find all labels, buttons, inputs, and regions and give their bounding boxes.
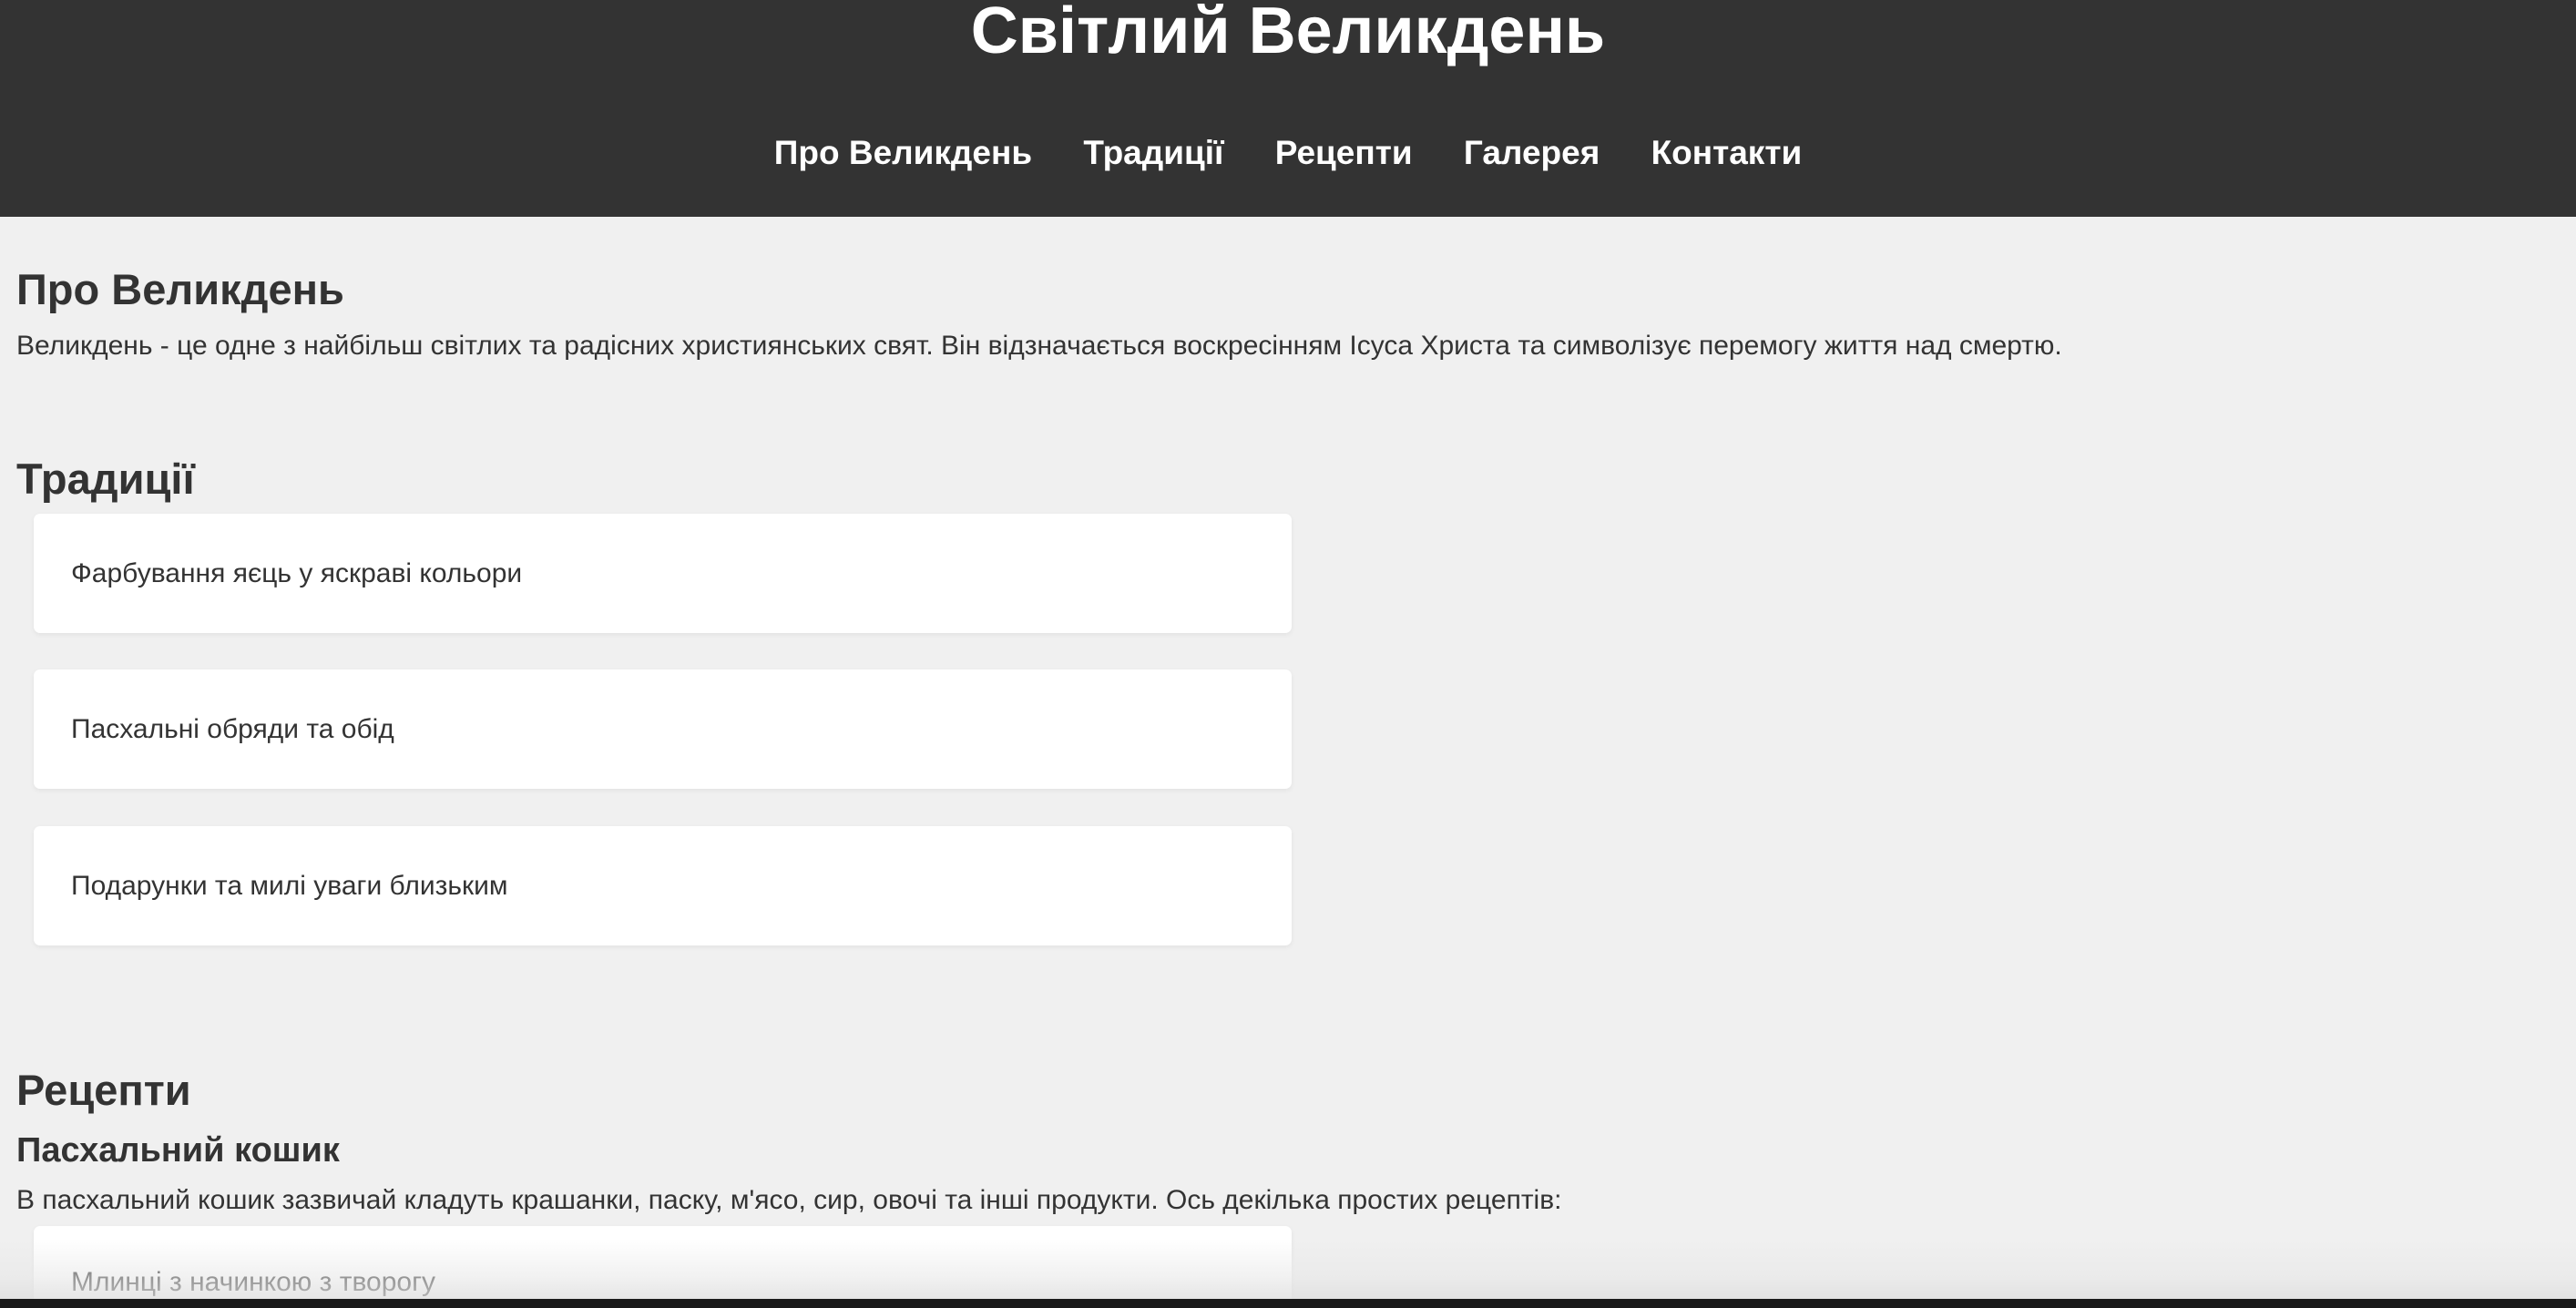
about-text: Великдень - це одне з найбільш світлих т… (16, 331, 2062, 361)
recipe-card-label: Млинці з начинкою з творогу (71, 1267, 436, 1297)
traditions-heading: Традиції (16, 455, 195, 503)
recipes-heading: Рецепти (16, 1066, 191, 1114)
site-title: Світлий Великдень (970, 0, 1606, 67)
nav-link-traditions[interactable]: Традиції (1083, 128, 1223, 179)
tradition-card-label: Пасхальні обряди та обід (71, 714, 394, 744)
recipes-text: В пасхальний кошик зазвичай кладуть краш… (16, 1185, 1562, 1215)
nav-link-gallery[interactable]: Галерея (1464, 128, 1600, 179)
tradition-card: Подарунки та милі уваги близьким (34, 826, 1292, 945)
recipes-subheading: Пасхальний кошик (16, 1131, 340, 1170)
main-nav: Про Великдень Традиції Рецепти Галерея К… (0, 128, 2576, 179)
tradition-card-label: Фарбування яєць у яскраві кольори (71, 558, 523, 588)
nav-link-contacts[interactable]: Контакти (1651, 128, 1803, 179)
nav-link-about[interactable]: Про Великдень (774, 128, 1032, 179)
site-header: Світлий Великдень Про Великдень Традиції… (0, 0, 2576, 217)
tradition-card: Пасхальні обряди та обід (34, 669, 1292, 789)
tradition-card-label: Подарунки та милі уваги близьким (71, 871, 508, 901)
main-content: Про Великдень Великдень - це одне з найб… (0, 217, 2576, 1308)
nav-link-recipes[interactable]: Рецепти (1275, 128, 1413, 179)
tradition-card: Фарбування яєць у яскраві кольори (34, 514, 1292, 633)
about-heading: Про Великдень (16, 265, 344, 313)
page: Світлий Великдень Про Великдень Традиції… (0, 0, 2576, 1308)
bottom-edge (0, 1299, 2576, 1308)
recipe-card: Млинці з начинкою з творогу (34, 1226, 1292, 1308)
